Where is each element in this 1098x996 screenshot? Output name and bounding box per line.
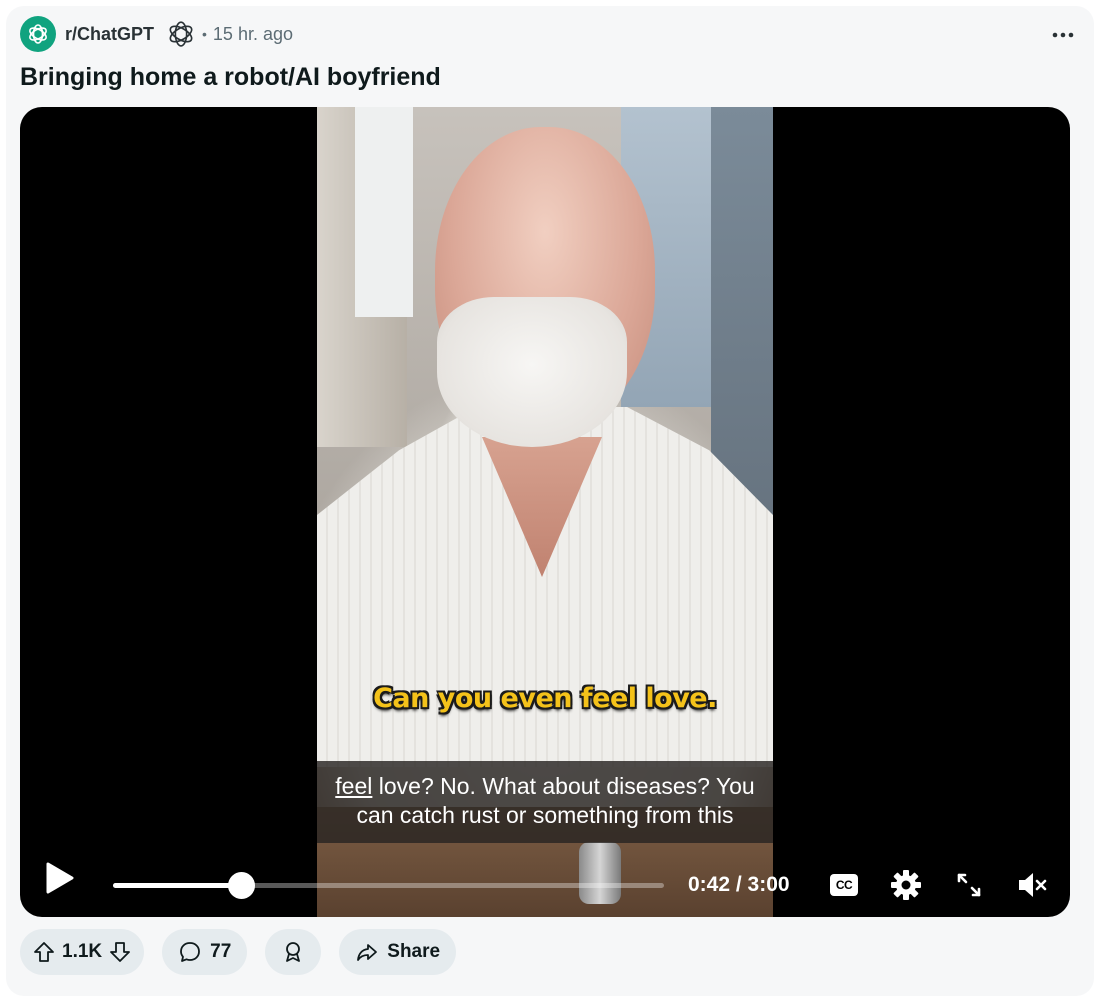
play-button[interactable] xyxy=(44,861,76,895)
closed-caption-line-1-rest: love? No. What about diseases? You xyxy=(372,773,755,799)
fullscreen-icon xyxy=(957,873,981,897)
downvote-icon xyxy=(110,942,131,962)
settings-gear-icon xyxy=(891,870,921,900)
award-button[interactable] xyxy=(265,929,322,975)
upvote-icon xyxy=(34,942,54,962)
post-card: r/ChatGPT • 15 hr. ago Bringing home a r… xyxy=(6,6,1094,996)
fullscreen-button[interactable] xyxy=(953,869,985,901)
cc-icon: CC xyxy=(830,874,858,896)
more-icon xyxy=(1052,32,1074,38)
time-display: 0:42 / 3:00 xyxy=(688,873,790,896)
closed-caption-highlight: feel xyxy=(335,773,373,799)
settings-button[interactable] xyxy=(890,869,922,901)
closed-caption-line-2: can catch rust or something from this xyxy=(356,802,734,828)
progress-scrubber-handle[interactable] xyxy=(228,872,256,899)
post-header: r/ChatGPT • 15 hr. ago xyxy=(20,14,1080,54)
progress-bar[interactable] xyxy=(113,872,664,899)
mute-button[interactable] xyxy=(1016,869,1048,901)
more-options-button[interactable] xyxy=(1046,18,1080,52)
vote-count: 1.1K xyxy=(62,941,103,962)
subreddit-name[interactable]: r/ChatGPT xyxy=(65,24,154,45)
burned-in-caption: Can you even feel love. xyxy=(373,683,717,714)
video-controls: 0:42 / 3:00 CC xyxy=(20,849,1070,905)
comment-icon xyxy=(180,942,201,962)
openai-flair-icon xyxy=(166,19,196,49)
post-time: 15 hr. ago xyxy=(212,23,293,44)
share-label: Share xyxy=(387,941,441,962)
award-icon xyxy=(286,942,301,962)
openai-logo-icon xyxy=(29,24,47,44)
share-icon xyxy=(357,944,378,961)
captions-button[interactable]: CC xyxy=(828,869,860,901)
progress-fill xyxy=(113,883,242,888)
post-title[interactable]: Bringing home a robot/AI boyfriend xyxy=(20,63,441,92)
play-icon xyxy=(46,862,74,894)
vote-pill: 1.1K xyxy=(20,929,145,975)
subreddit-avatar[interactable] xyxy=(20,16,56,52)
video-background-window xyxy=(355,107,413,317)
upvote-button[interactable] xyxy=(32,940,56,964)
video-player[interactable]: Can you even feel love. feel love? No. W… xyxy=(20,107,1070,917)
comments-button[interactable]: 77 xyxy=(162,929,248,975)
closed-caption-box: feel love? No. What about diseases? You … xyxy=(317,761,773,843)
closed-caption-line-1: feel love? No. What about diseases? You xyxy=(317,772,773,801)
post-actions: 1.1K 77 Share xyxy=(20,929,457,977)
mute-icon xyxy=(1019,873,1047,897)
share-button[interactable]: Share xyxy=(339,929,457,975)
comment-count: 77 xyxy=(210,941,232,962)
meta-separator: • xyxy=(202,26,207,42)
video-person-beard xyxy=(437,297,627,447)
downvote-button[interactable] xyxy=(108,940,132,964)
